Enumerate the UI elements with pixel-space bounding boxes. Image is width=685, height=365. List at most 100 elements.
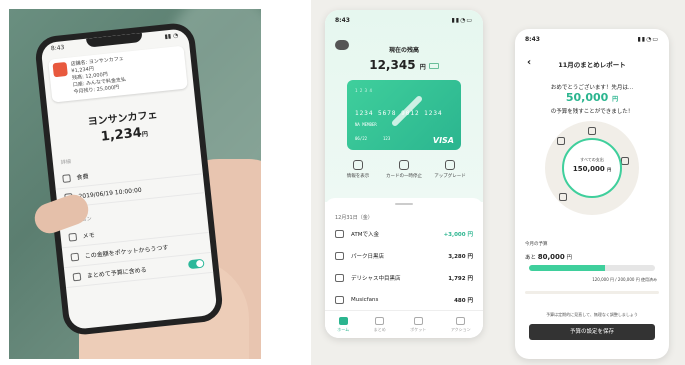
action-label: アップグレード — [434, 174, 466, 179]
transaction-row[interactable]: パーク日黒店 3,280 円 — [335, 250, 473, 262]
yen-unit: 円 — [141, 130, 149, 139]
budget-tip: 予算は定期的に見直して、無理なく調整しましょう — [546, 312, 638, 317]
saved-value: 50,000 — [565, 91, 609, 104]
marketing-collage: 8:43 ▮▮ ◔ 店舗名: ヨンサンカフェ ¥1,234円 残高: 12,00… — [0, 0, 685, 365]
remaining-budget: あと 80,000 円 — [525, 253, 572, 261]
divider — [525, 291, 659, 294]
balance-screen: 8:43 ▮▮◔▭ 現在の残高 12,345 円 1 2 3 4 1234 56… — [325, 10, 483, 338]
transaction-name: デリシャス中目黒店 — [351, 276, 401, 282]
transaction-date: 12月31日（金） — [335, 215, 373, 221]
bank-icon — [335, 230, 344, 238]
hand-holding-phone-photo: 8:43 ▮▮ ◔ 店舗名: ヨンサンカフェ ¥1,234円 残高: 12,00… — [9, 9, 261, 359]
restaurant-icon — [335, 274, 344, 282]
transfer-icon — [456, 316, 466, 325]
saved-text: の予算を残すことができました！ — [550, 109, 634, 115]
transaction-row[interactable]: Musicfans 480 円 — [335, 294, 473, 306]
transaction-name: Musicfans — [351, 297, 379, 303]
star-icon — [445, 160, 455, 170]
remaining-value: 80,000 — [537, 253, 565, 261]
visibility-icon[interactable] — [428, 62, 439, 69]
yen-unit: 円 — [607, 167, 612, 172]
card-actions: 情報を表示 カードの一時停止 アップグレード — [337, 160, 471, 179]
show-info-button[interactable]: 情報を表示 — [337, 160, 379, 179]
clock-icon — [375, 316, 385, 325]
cart-icon — [621, 157, 629, 165]
report-screen: 8:43 ▮▮◔▭ ‹ 11月のまとめレポート おめでとうございます！先月は..… — [515, 29, 669, 359]
tab-label: ポケット — [410, 326, 427, 332]
tab-summary[interactable]: まとめ — [374, 316, 386, 333]
transaction-amount: 1,792 円 — [448, 276, 473, 282]
budget-icon — [72, 272, 82, 281]
home-icon — [338, 316, 348, 325]
pencil-icon — [68, 232, 78, 242]
budget-label: 今月の予算 — [525, 242, 548, 247]
balance-amount: 12,345 円 — [325, 58, 483, 72]
tab-bar: ホーム まとめ ポケット アクション — [325, 310, 483, 338]
congrats-text: おめでとうございます！先月は... — [550, 85, 634, 91]
datetime-label: 2019/06/19 10:00:00 — [78, 186, 142, 200]
move-pocket-label: この金額をポケットからうつす — [84, 244, 169, 261]
card-number: 1234 5678 9012 1234 — [355, 110, 443, 117]
saved-amount: 50,000 円 — [515, 91, 669, 104]
card-holder: NA MEMBER — [355, 122, 377, 127]
include-budget-toggle[interactable] — [187, 258, 205, 270]
transaction-row[interactable]: デリシャス中目黒店 1,792 円 — [335, 272, 473, 284]
spending-ring: すべての支出 150,000 円 — [545, 121, 639, 215]
card-expiry: 06/22 — [355, 136, 368, 141]
pocket-icon — [70, 252, 80, 261]
transaction-row[interactable]: ATMで入金 +3,000 円 — [335, 228, 473, 240]
status-time: 8:43 — [50, 44, 65, 53]
budget-progress-bar — [529, 265, 655, 271]
balance-label: 現在の残高 — [388, 47, 419, 54]
music-icon — [335, 296, 344, 304]
payment-notification[interactable]: 店舗名: ヨンサンカフェ ¥1,234円 残高: 12,000円 口座: みんな… — [48, 45, 188, 103]
tab-label: ホーム — [337, 326, 350, 332]
grid-icon — [413, 316, 423, 325]
status-time: 8:43 — [525, 36, 540, 43]
card-top-label: 1 2 3 4 — [355, 88, 372, 93]
phone-left-screen: 8:43 ▮▮ ◔ 店舗名: ヨンサンカフェ ¥1,234円 残高: 12,00… — [40, 28, 218, 330]
save-budget-button[interactable]: 予算の設定を保存 — [529, 324, 655, 340]
memo-label: メモ — [82, 231, 96, 241]
status-bar: 8:43 ▮▮◔▭ — [335, 17, 473, 24]
budget-progress-fill — [529, 265, 605, 271]
sheet-handle[interactable] — [395, 203, 413, 205]
upgrade-button[interactable]: アップグレード — [429, 160, 471, 179]
category-label: 食費 — [76, 173, 89, 182]
pause-icon — [399, 160, 409, 170]
transaction-amount: +3,000 円 — [443, 232, 473, 238]
status-bar: 8:43 ▮▮◔▭ — [525, 36, 659, 43]
transaction-amount: 480 円 — [454, 298, 473, 304]
total-value: 150,000 — [572, 165, 605, 173]
status-time: 8:43 — [335, 17, 350, 24]
transaction-name: パーク日黒店 — [351, 254, 385, 260]
yen-unit: 円 — [419, 64, 426, 71]
page-title: 11月のまとめレポート — [558, 61, 626, 69]
signal-icon: ▮▮◔▭ — [451, 17, 473, 24]
action-label: 情報を表示 — [346, 174, 370, 179]
tab-home[interactable]: ホーム — [337, 316, 350, 333]
prepaid-card[interactable]: 1 2 3 4 1234 5678 9012 1234 NA MEMBER 06… — [347, 80, 461, 150]
fork-icon — [62, 173, 71, 183]
balance-value: 12,345 — [369, 58, 416, 72]
restaurant-icon — [559, 193, 567, 201]
budget-usage: 120,000 円 / 200,000 円 使用済み — [592, 277, 657, 282]
app-icon — [52, 61, 68, 78]
tab-action[interactable]: アクション — [451, 316, 471, 333]
phone-left: 8:43 ▮▮ ◔ 店舗名: ヨンサンカフェ ¥1,234円 残高: 12,00… — [33, 21, 225, 337]
notification-text: 店舗名: ヨンサンカフェ ¥1,234円 残高: 12,000円 口座: みんな… — [70, 56, 127, 96]
pause-card-button[interactable]: カードの一時停止 — [383, 160, 425, 179]
remaining-unit: 円 — [566, 255, 573, 261]
visa-logo: VISA — [432, 136, 454, 145]
include-budget-label: まとめて予算に含める — [86, 266, 148, 280]
transaction-name: ATMで入金 — [351, 232, 379, 238]
action-label: カードの一時停止 — [386, 174, 422, 179]
signal-icon: ▮▮◔▭ — [637, 36, 659, 43]
total-spending: すべての支出 150,000 円 — [562, 138, 622, 198]
cart-icon — [335, 252, 344, 260]
yen-unit: 円 — [612, 96, 619, 103]
eye-icon — [353, 160, 363, 170]
building-icon — [588, 127, 596, 135]
remaining-prefix: あと — [525, 255, 537, 261]
tab-pocket[interactable]: ポケット — [410, 316, 427, 333]
